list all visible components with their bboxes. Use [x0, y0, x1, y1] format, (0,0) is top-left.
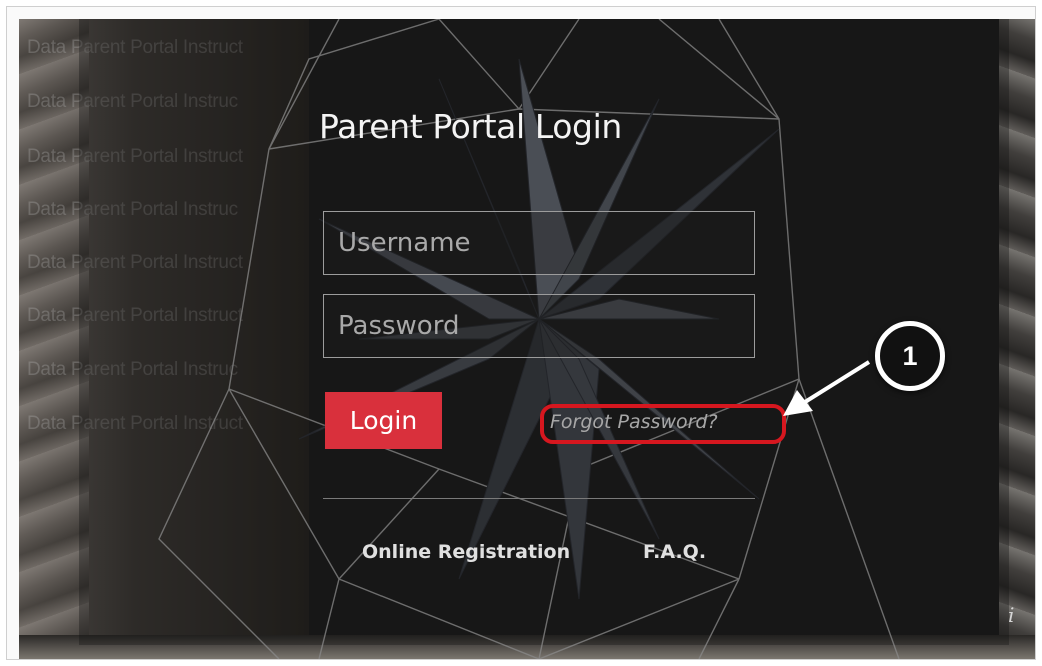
screenshot-frame: Data Parent Portal Instruct Data Parent …: [6, 6, 1036, 660]
divider: [323, 498, 755, 499]
online-registration-link[interactable]: Online Registration: [362, 541, 570, 563]
faq-link[interactable]: F.A.Q.: [643, 541, 706, 563]
annotation-highlight-oval: [540, 404, 786, 444]
annotation-step-badge: 1: [875, 321, 945, 391]
login-button[interactable]: Login: [325, 392, 442, 449]
info-icon[interactable]: i: [1008, 603, 1014, 627]
page-title: Parent Portal Login: [319, 107, 622, 146]
username-input[interactable]: [323, 211, 755, 275]
password-input[interactable]: [323, 294, 755, 358]
